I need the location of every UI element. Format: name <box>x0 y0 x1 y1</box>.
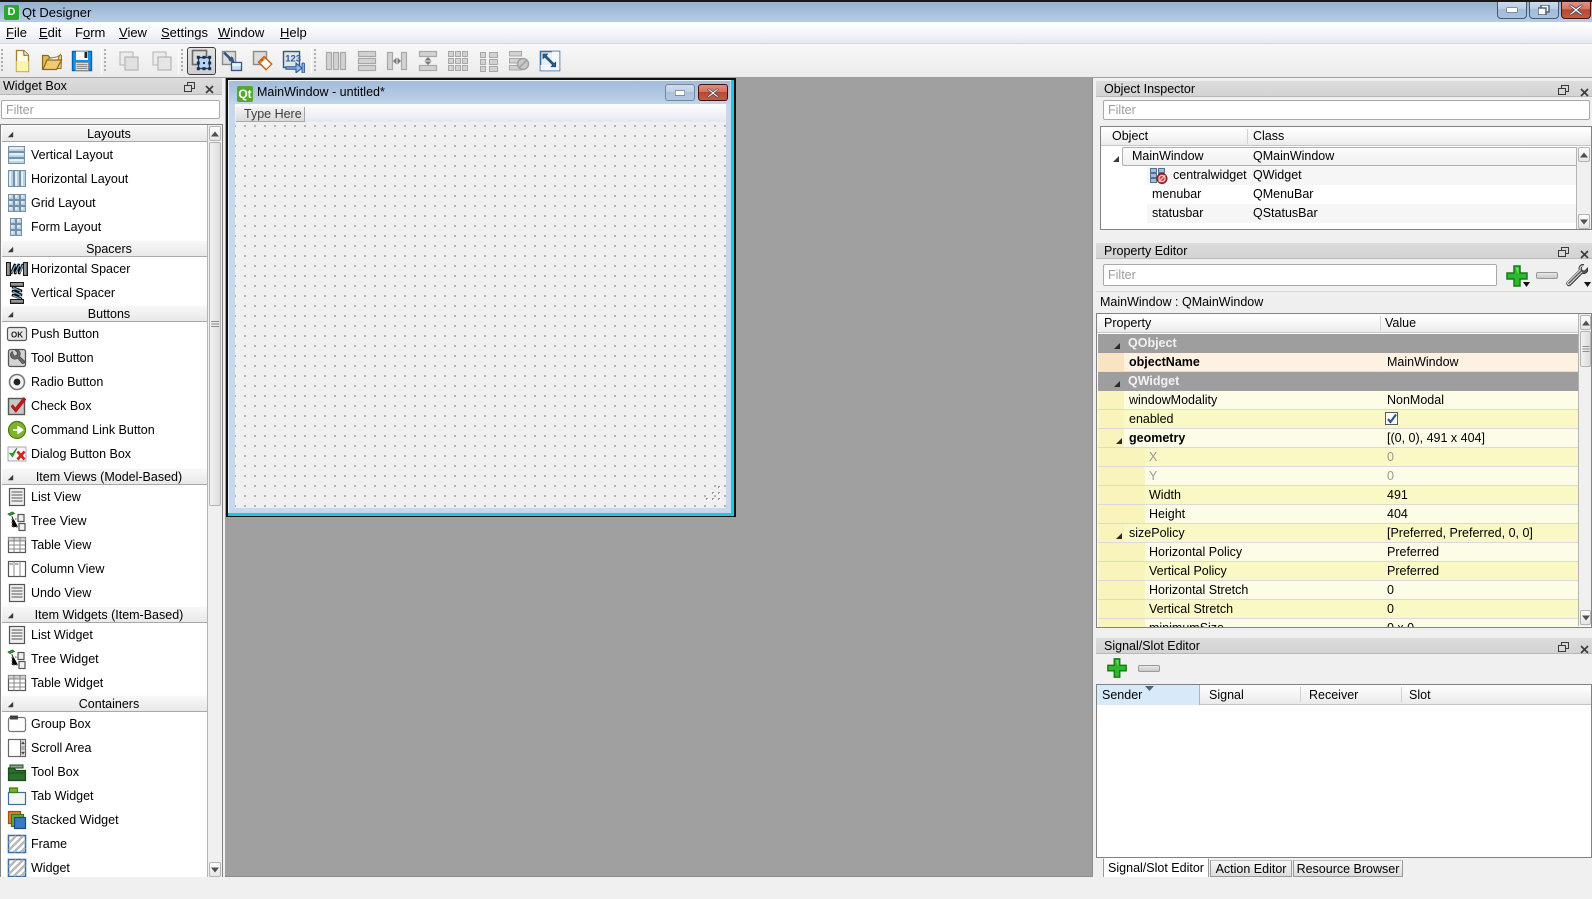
svg-text:123: 123 <box>285 54 301 65</box>
svg-text:OK: OK <box>11 331 23 340</box>
